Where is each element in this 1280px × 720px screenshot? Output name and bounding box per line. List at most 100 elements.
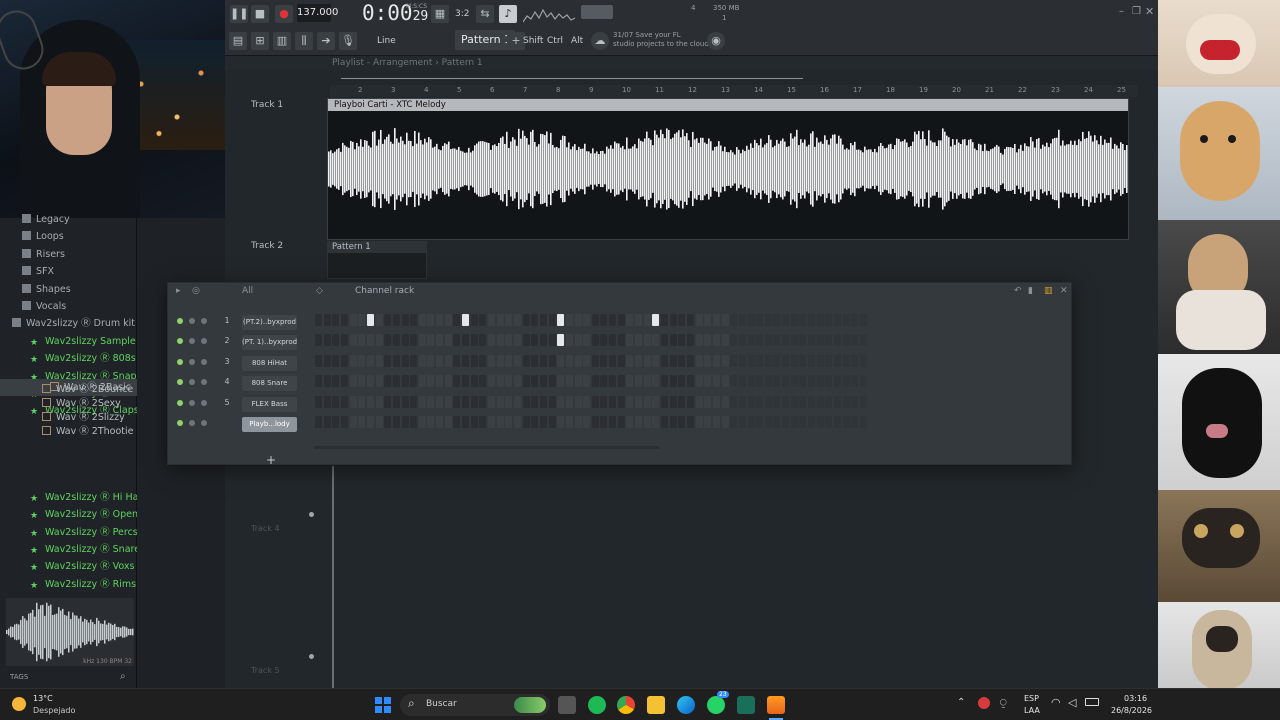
- step-button[interactable]: [496, 395, 504, 408]
- step-button[interactable]: [591, 314, 599, 326]
- step-button[interactable]: [340, 395, 348, 408]
- step-button[interactable]: [392, 375, 400, 388]
- browser-item[interactable]: SFX: [0, 263, 137, 280]
- step-button[interactable]: [531, 354, 539, 367]
- step-button[interactable]: [834, 375, 841, 388]
- track-label-5[interactable]: Track 5: [251, 666, 280, 675]
- close-icon[interactable]: ✕: [1145, 5, 1154, 18]
- add-channel-button[interactable]: +: [266, 453, 276, 467]
- step-button[interactable]: [747, 314, 755, 326]
- step-button[interactable]: [851, 334, 859, 347]
- step-button[interactable]: [366, 334, 374, 347]
- step-button[interactable]: [851, 354, 859, 367]
- step-button[interactable]: [859, 375, 867, 388]
- step-button[interactable]: [522, 395, 530, 408]
- pattern-clip[interactable]: Pattern 1: [327, 241, 427, 279]
- step-button[interactable]: [825, 416, 833, 428]
- step-button[interactable]: [401, 375, 409, 388]
- step-button[interactable]: [678, 375, 686, 388]
- tray-chevron-icon[interactable]: ⌃: [957, 697, 965, 708]
- step-button[interactable]: [764, 375, 772, 388]
- step-button[interactable]: [427, 375, 435, 388]
- step-button[interactable]: [444, 416, 452, 428]
- step-button[interactable]: [816, 354, 824, 367]
- step-button[interactable]: [462, 354, 470, 367]
- step-button[interactable]: [557, 375, 565, 388]
- step-button[interactable]: [583, 334, 591, 347]
- step-button[interactable]: [635, 416, 643, 428]
- step-button[interactable]: [470, 314, 478, 326]
- step-button[interactable]: [635, 395, 643, 408]
- step-button[interactable]: [721, 416, 729, 428]
- step-button[interactable]: [609, 354, 617, 367]
- step-button[interactable]: [531, 416, 539, 428]
- rack-detach-icon[interactable]: ▥: [1044, 283, 1053, 299]
- step-button[interactable]: [401, 354, 409, 367]
- step-button[interactable]: [496, 375, 504, 388]
- step-button[interactable]: [626, 314, 634, 326]
- step-button[interactable]: [349, 334, 357, 347]
- step-button[interactable]: [375, 375, 383, 388]
- step-button[interactable]: [851, 395, 859, 408]
- step-button[interactable]: [842, 375, 850, 388]
- step-button[interactable]: [418, 395, 426, 408]
- channel-mute-led[interactable]: [177, 358, 183, 365]
- step-button[interactable]: [773, 375, 781, 388]
- step-button[interactable]: [730, 354, 738, 367]
- step-button[interactable]: [738, 375, 746, 388]
- channel-pan-knob[interactable]: [189, 318, 195, 324]
- file-explorer-icon[interactable]: [647, 696, 665, 714]
- rack-bars-icon[interactable]: ▮: [1028, 283, 1033, 299]
- step-button[interactable]: [808, 354, 816, 367]
- channel-name-button[interactable]: (PT. 1)..byxprod: [242, 335, 297, 351]
- step-button[interactable]: [366, 314, 374, 326]
- channel-mute-led[interactable]: [177, 420, 183, 426]
- step-button[interactable]: [462, 334, 470, 347]
- step-button[interactable]: [375, 395, 383, 408]
- step-button[interactable]: [453, 334, 461, 347]
- step-button[interactable]: [444, 334, 452, 347]
- step-button[interactable]: [669, 354, 677, 367]
- pause-icon[interactable]: ❚❚: [230, 5, 248, 23]
- step-button[interactable]: [332, 334, 340, 347]
- step-button[interactable]: [686, 314, 694, 326]
- step-button[interactable]: [332, 416, 340, 428]
- tray-mic-icon[interactable]: ⍜: [1000, 696, 1007, 710]
- step-button[interactable]: [332, 314, 340, 326]
- step-button[interactable]: [712, 314, 720, 326]
- step-button[interactable]: [548, 416, 556, 428]
- step-button[interactable]: [808, 375, 816, 388]
- alt-key[interactable]: Alt: [571, 36, 583, 46]
- step-button[interactable]: [565, 314, 573, 326]
- step-button[interactable]: [756, 395, 764, 408]
- step-button[interactable]: [661, 354, 668, 367]
- step-button[interactable]: [842, 416, 850, 428]
- step-button[interactable]: [704, 314, 712, 326]
- step-button[interactable]: [358, 375, 366, 388]
- step-button[interactable]: [643, 395, 651, 408]
- step-button[interactable]: [565, 416, 573, 428]
- step-button[interactable]: [764, 314, 772, 326]
- step-button[interactable]: [340, 416, 348, 428]
- step-button[interactable]: [730, 334, 738, 347]
- step-button[interactable]: [661, 314, 668, 326]
- step-button[interactable]: [340, 314, 348, 326]
- clock-time[interactable]: 03:16: [1124, 694, 1147, 703]
- step-button[interactable]: [730, 395, 738, 408]
- browser-item[interactable]: ★ Wav2slizzy Ⓡ Open Hats: [0, 506, 137, 523]
- step-button[interactable]: [712, 334, 720, 347]
- step-button[interactable]: [851, 314, 859, 326]
- track-mute-dot[interactable]: [309, 654, 314, 659]
- step-button[interactable]: [539, 334, 547, 347]
- step-button[interactable]: [609, 395, 617, 408]
- channel-mute-led[interactable]: [177, 379, 183, 386]
- step-button[interactable]: [522, 354, 530, 367]
- step-button[interactable]: [418, 354, 426, 367]
- step-button[interactable]: [764, 354, 772, 367]
- step-button[interactable]: [617, 334, 625, 347]
- step-button[interactable]: [479, 395, 487, 408]
- step-button[interactable]: [782, 375, 790, 388]
- browser-item[interactable]: Shapes: [0, 281, 137, 298]
- step-button[interactable]: [513, 314, 521, 326]
- step-button[interactable]: [358, 314, 366, 326]
